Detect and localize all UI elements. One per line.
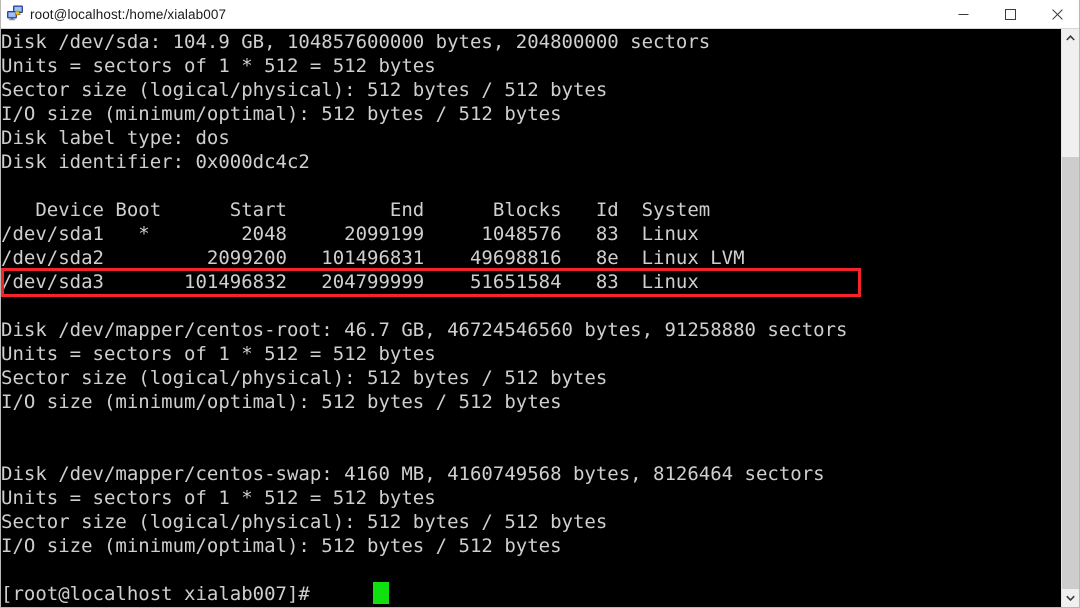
terminal-cursor — [373, 582, 389, 604]
scroll-up-button[interactable] — [1062, 29, 1079, 47]
terminal-line: Units = sectors of 1 * 512 = 512 bytes — [1, 55, 436, 77]
terminal-line: Sector size (logical/physical): 512 byte… — [1, 79, 608, 101]
remote-computers-icon — [6, 4, 26, 24]
minimize-icon — [958, 13, 969, 15]
terminal-output-area[interactable]: Disk /dev/sda: 104.9 GB, 104857600000 by… — [1, 29, 1063, 607]
close-icon — [1052, 8, 1063, 20]
terminal-line: I/O size (minimum/optimal): 512 bytes / … — [1, 535, 562, 557]
terminal-line: Sector size (logical/physical): 512 byte… — [1, 367, 608, 389]
terminal-line: /dev/sda3 101496832 204799999 51651584 8… — [1, 271, 699, 293]
close-button[interactable] — [1034, 0, 1079, 29]
window-controls — [940, 0, 1079, 29]
terminal-line: Disk /dev/mapper/centos-root: 46.7 GB, 4… — [1, 319, 848, 341]
scroll-down-button[interactable] — [1062, 589, 1079, 607]
terminal-line: /dev/sda1 * 2048 2099199 1048576 83 Linu… — [1, 223, 699, 245]
terminal-line: /dev/sda2 2099200 101496831 49698816 8e … — [1, 247, 745, 269]
maximize-icon — [1005, 8, 1016, 20]
terminal-line: Units = sectors of 1 * 512 = 512 bytes — [1, 487, 436, 509]
maximize-button[interactable] — [987, 0, 1034, 29]
scrollbar-track[interactable] — [1062, 157, 1079, 589]
window-title: root@localhost:/home/xialab007 — [30, 6, 227, 22]
scrollbar-thumb[interactable] — [1062, 47, 1079, 157]
terminal-line: I/O size (minimum/optimal): 512 bytes / … — [1, 103, 562, 125]
terminal-line: [root@localhost xialab007]# — [1, 583, 322, 605]
terminal-line: Disk label type: dos — [1, 127, 230, 149]
terminal-line: Disk identifier: 0x000dc4c2 — [1, 151, 310, 173]
minimize-button[interactable] — [940, 0, 987, 29]
chevron-up-icon — [1066, 35, 1075, 41]
terminal-line: Sector size (logical/physical): 512 byte… — [1, 511, 608, 533]
terminal-line: Device Boot Start End Blocks Id System — [1, 199, 711, 221]
terminal-line: Disk /dev/sda: 104.9 GB, 104857600000 by… — [1, 31, 711, 53]
chevron-down-icon — [1066, 595, 1075, 601]
terminal-text: Disk /dev/sda: 104.9 GB, 104857600000 by… — [1, 30, 847, 606]
terminal-line: Disk /dev/mapper/centos-swap: 4160 MB, 4… — [1, 463, 825, 485]
terminal-line: Units = sectors of 1 * 512 = 512 bytes — [1, 343, 436, 365]
terminal-scrollbar[interactable] — [1061, 29, 1079, 607]
terminal-line: I/O size (minimum/optimal): 512 bytes / … — [1, 391, 562, 413]
terminal-window: root@localhost:/home/xialab007 Disk /dev… — [0, 0, 1080, 608]
window-titlebar[interactable]: root@localhost:/home/xialab007 — [1, 0, 1079, 29]
